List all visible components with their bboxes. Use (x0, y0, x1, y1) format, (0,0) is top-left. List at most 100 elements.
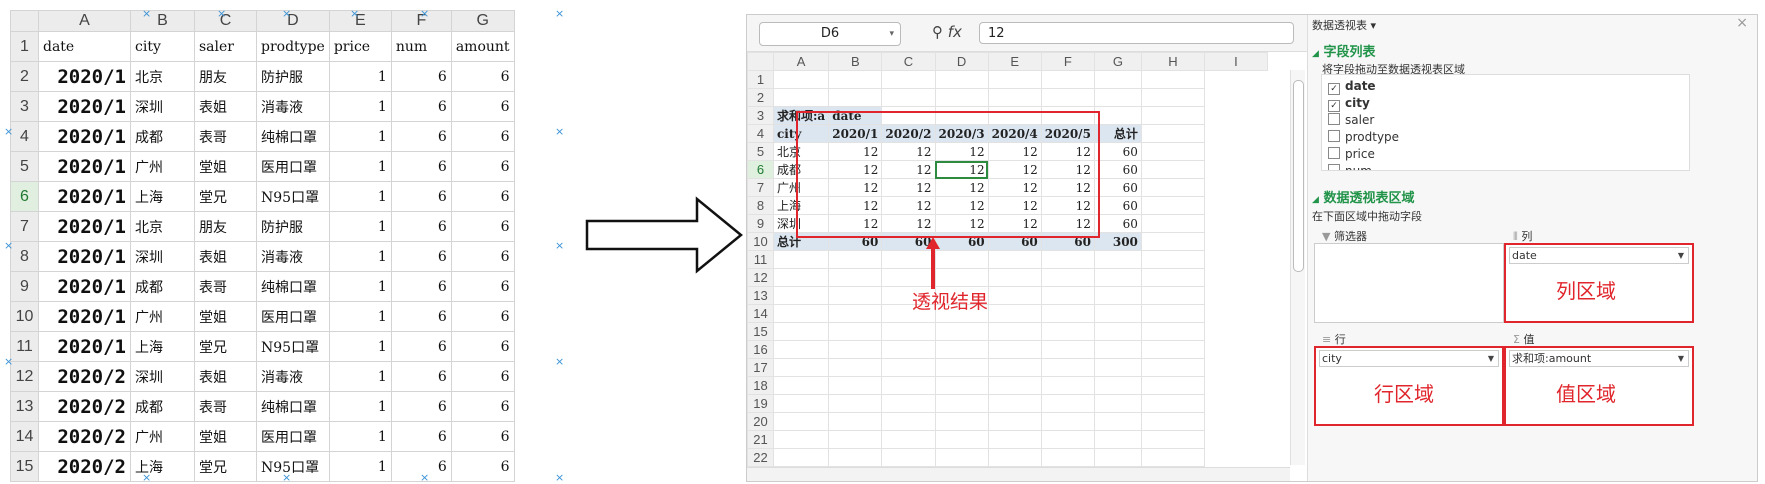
cell[interactable] (1040, 394, 1095, 413)
cell[interactable]: 深圳 (130, 91, 195, 122)
cell[interactable] (1093, 106, 1142, 125)
cell[interactable]: 2020/2 (38, 361, 131, 392)
cell[interactable] (934, 430, 989, 449)
cell[interactable] (934, 376, 989, 395)
cell[interactable] (1140, 286, 1205, 305)
cell[interactable] (1093, 250, 1142, 269)
field-checkbox[interactable]: ✓ (1328, 100, 1340, 112)
cell[interactable]: 6 (450, 181, 515, 212)
fx-icon[interactable]: fx (948, 23, 962, 41)
row-zone-field[interactable]: city ▼ (1319, 350, 1499, 367)
cell[interactable]: 成都 (130, 391, 195, 422)
cell[interactable]: city (130, 31, 195, 62)
column-header[interactable]: G (1093, 52, 1142, 71)
cell[interactable] (1140, 178, 1205, 197)
cell[interactable] (987, 304, 1042, 323)
cell[interactable]: 消毒液 (256, 91, 330, 122)
cell[interactable]: 6 (390, 331, 452, 362)
row-header[interactable]: 8 (747, 196, 774, 215)
row-header[interactable]: 1 (747, 70, 774, 89)
cell[interactable] (772, 70, 830, 89)
cell[interactable]: 6 (390, 61, 452, 92)
cell[interactable]: N95口罩 (256, 331, 330, 362)
cell[interactable]: 6 (450, 391, 515, 422)
row-header[interactable]: 14 (747, 304, 774, 323)
row-header[interactable]: 7 (747, 178, 774, 197)
cell[interactable]: 深圳 (130, 361, 195, 392)
cell[interactable]: 医用口罩 (256, 151, 330, 182)
row-header[interactable]: 3 (10, 91, 39, 122)
field-checkbox[interactable] (1328, 130, 1340, 142)
pivot-value[interactable]: 60 (1093, 178, 1142, 197)
cell[interactable] (1093, 340, 1142, 359)
cell[interactable]: 广州 (130, 301, 195, 332)
field-item-date[interactable]: ✓ date (1328, 79, 1376, 95)
cell[interactable] (1140, 250, 1205, 269)
cell[interactable] (1140, 412, 1205, 431)
cell[interactable]: 6 (450, 61, 515, 92)
panel-title[interactable]: 数据透视表 ▾ (1312, 17, 1376, 33)
cell[interactable]: 6 (450, 361, 515, 392)
row-header[interactable]: 20 (747, 412, 774, 431)
cell[interactable] (1140, 322, 1205, 341)
row-header[interactable]: 2 (10, 61, 39, 92)
cell[interactable]: 纯棉口罩 (256, 271, 330, 302)
cell[interactable]: 6 (390, 361, 452, 392)
cell[interactable]: 1 (328, 181, 392, 212)
cell[interactable] (987, 250, 1042, 269)
cell[interactable]: 6 (450, 331, 515, 362)
cell[interactable] (828, 358, 883, 377)
column-header[interactable]: B (130, 10, 195, 32)
cell[interactable] (1093, 358, 1142, 377)
cell[interactable]: 堂姐 (194, 151, 257, 182)
cell[interactable]: 2020/2 (38, 391, 131, 422)
cell[interactable] (987, 376, 1042, 395)
cell[interactable] (1093, 412, 1142, 431)
cell[interactable]: 北京 (130, 61, 195, 92)
cell[interactable]: 6 (450, 121, 515, 152)
cell[interactable]: 6 (450, 151, 515, 182)
cell[interactable] (1040, 376, 1095, 395)
cell[interactable]: 2020/2 (38, 451, 131, 482)
cell[interactable]: 2020/1 (38, 331, 131, 362)
row-header[interactable]: 14 (10, 421, 39, 452)
column-zone[interactable]: date ▼ 列区域 (1504, 243, 1694, 323)
cell[interactable] (1093, 286, 1142, 305)
column-header[interactable]: E (987, 52, 1042, 71)
row-header[interactable]: 11 (10, 331, 39, 362)
row-header[interactable]: 3 (747, 106, 774, 125)
column-header[interactable]: H (1140, 52, 1205, 71)
cell[interactable]: 1 (328, 391, 392, 422)
cell[interactable] (934, 394, 989, 413)
cell[interactable]: 2020/1 (38, 121, 131, 152)
cell[interactable]: 1 (328, 211, 392, 242)
cell[interactable] (881, 412, 936, 431)
row-header[interactable]: 18 (747, 376, 774, 395)
cell[interactable]: 北京 (130, 211, 195, 242)
cell[interactable] (828, 268, 883, 287)
collapse-triangle-icon[interactable]: ◢ (1312, 195, 1319, 205)
cell[interactable]: 6 (390, 301, 452, 332)
cell[interactable]: 1 (328, 61, 392, 92)
cell[interactable] (828, 304, 883, 323)
row-header[interactable]: 10 (10, 301, 39, 332)
cell[interactable]: 2020/1 (38, 241, 131, 272)
name-box[interactable]: D6 ▾ (759, 22, 901, 46)
row-header[interactable]: 4 (747, 124, 774, 143)
select-all-corner[interactable] (747, 52, 774, 71)
row-header[interactable]: 13 (10, 391, 39, 422)
column-header[interactable]: D (256, 10, 330, 32)
cell[interactable]: 表姐 (194, 361, 257, 392)
cell[interactable]: 6 (390, 121, 452, 152)
cell[interactable] (987, 412, 1042, 431)
cell[interactable]: 1 (328, 91, 392, 122)
cell[interactable] (1040, 304, 1095, 323)
cell[interactable]: 深圳 (130, 241, 195, 272)
row-header[interactable]: 12 (10, 361, 39, 392)
cell[interactable]: 2020/1 (38, 151, 131, 182)
cell[interactable]: 上海 (130, 331, 195, 362)
cell[interactable] (772, 286, 830, 305)
cell[interactable]: 表哥 (194, 121, 257, 152)
cell[interactable] (1093, 70, 1142, 89)
cell[interactable] (828, 340, 883, 359)
